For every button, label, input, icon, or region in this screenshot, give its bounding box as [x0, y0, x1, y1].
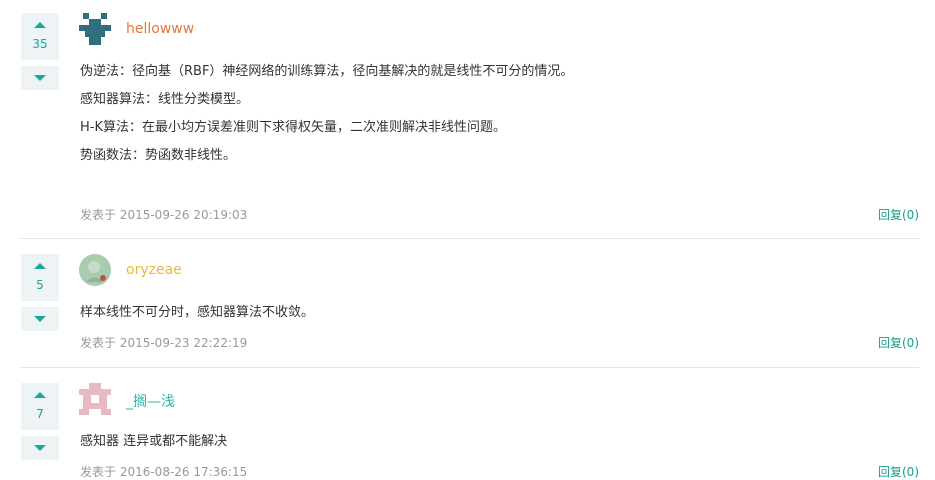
- upvote-button[interactable]: 35: [21, 13, 59, 60]
- comment-text-line: 伪逆法：径向基（RBF）神经网络的训练算法，径向基解决的就是线性不可分的情况。: [80, 64, 574, 79]
- identicon-avatar-icon[interactable]: [79, 383, 111, 415]
- vote-count: 7: [36, 407, 44, 421]
- username-link[interactable]: hellowww: [126, 21, 194, 37]
- downvote-button[interactable]: [21, 436, 59, 460]
- upvote-button[interactable]: 5: [21, 254, 59, 301]
- arrow-up-icon: [34, 263, 46, 269]
- posted-timestamp: 发表于 2016-08-26 17:36:15: [80, 465, 248, 479]
- identicon-avatar-icon[interactable]: [79, 13, 111, 45]
- downvote-button[interactable]: [21, 66, 59, 90]
- arrow-down-icon: [34, 445, 46, 451]
- posted-timestamp: 发表于 2015-09-26 20:19:03: [80, 208, 248, 222]
- arrow-up-icon: [34, 392, 46, 398]
- comment-text-line: 感知器算法：线性分类模型。: [80, 92, 250, 107]
- reply-link[interactable]: 回复(0): [878, 206, 919, 223]
- comment-text-line: 感知器 连异或都不能解决: [80, 434, 228, 449]
- comment-text-line: 样本线性不可分时，感知器算法不收敛。: [80, 305, 315, 320]
- username-link[interactable]: oryzeae: [126, 262, 182, 278]
- arrow-up-icon: [34, 22, 46, 28]
- comment-text-line: H-K算法：在最小均方误差准则下求得权矢量，二次准则解决非线性问题。: [80, 120, 506, 135]
- upvote-button[interactable]: 7: [21, 383, 59, 430]
- divider: [20, 367, 919, 368]
- downvote-button[interactable]: [21, 307, 59, 331]
- divider: [20, 238, 919, 239]
- posted-timestamp: 发表于 2015-09-23 22:22:19: [80, 336, 248, 350]
- comment-text-line: 势函数法：势函数非线性。: [80, 148, 237, 163]
- vote-count: 35: [32, 37, 48, 51]
- vote-count: 5: [36, 278, 44, 292]
- reply-link[interactable]: 回复(0): [878, 334, 919, 351]
- username-link[interactable]: _搁—浅: [126, 391, 175, 411]
- photo-avatar-icon[interactable]: [79, 254, 111, 286]
- arrow-down-icon: [34, 316, 46, 322]
- arrow-down-icon: [34, 75, 46, 81]
- reply-link[interactable]: 回复(0): [878, 463, 919, 480]
